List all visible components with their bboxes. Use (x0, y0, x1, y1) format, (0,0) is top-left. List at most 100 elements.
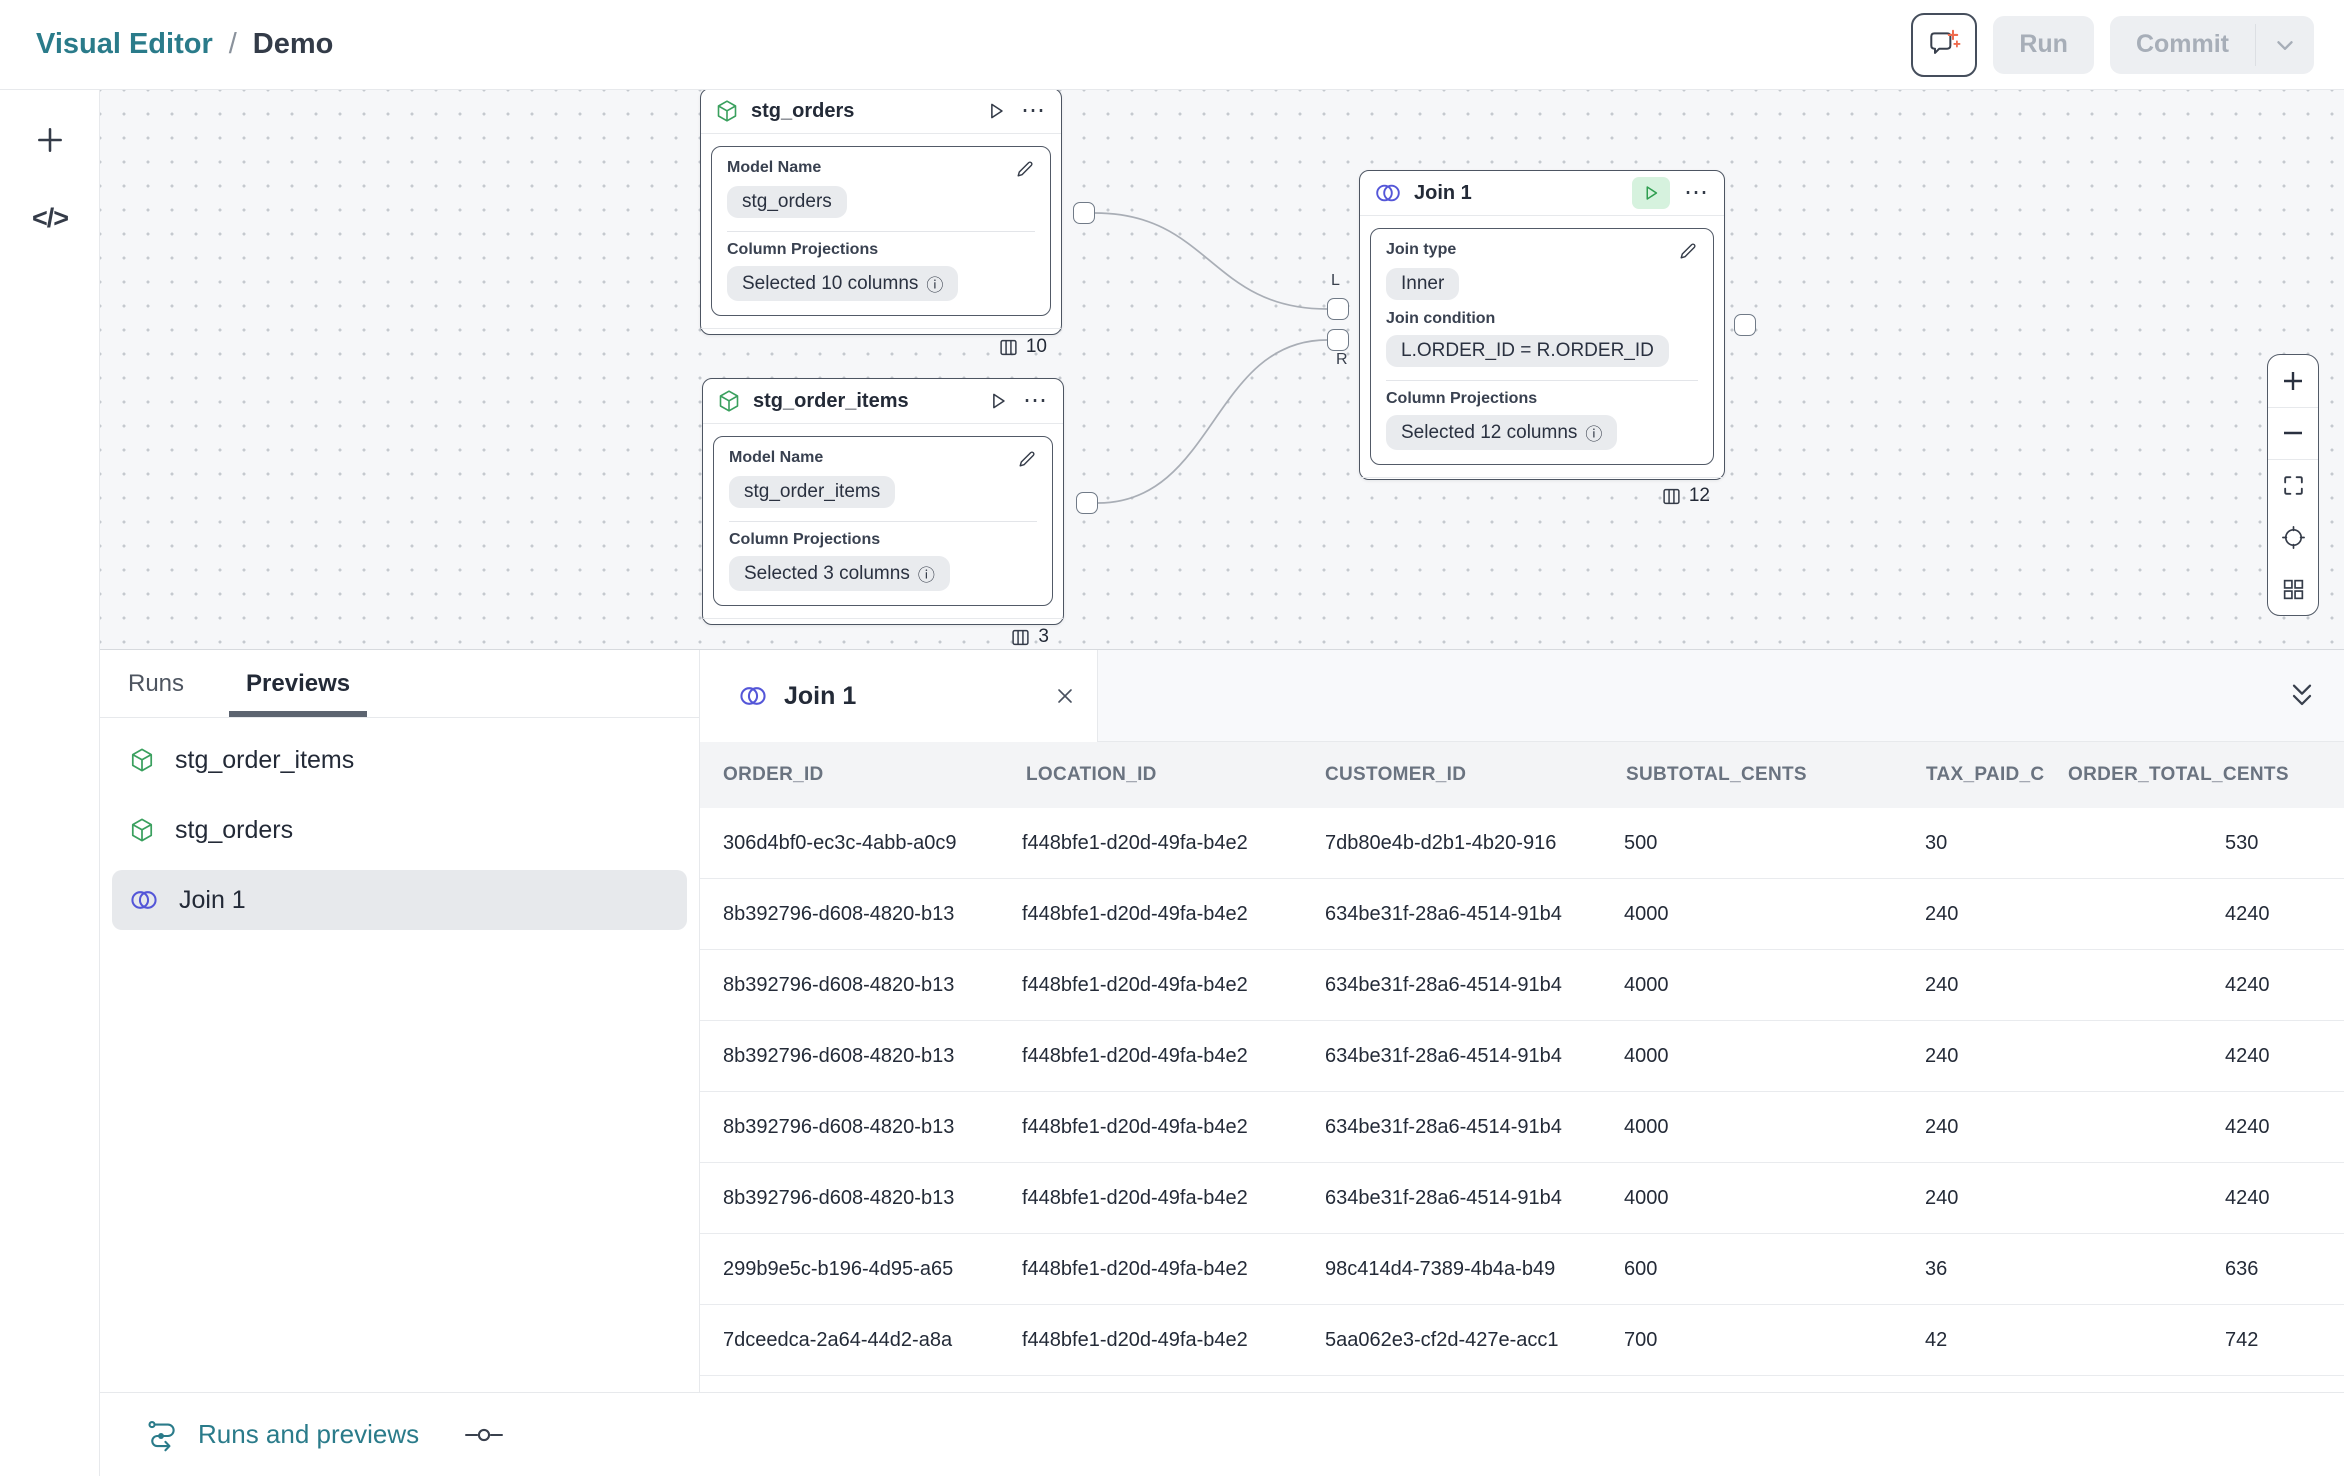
cell-order-total-cents: 4240 (2202, 1045, 2344, 1068)
edit-pencil-icon[interactable] (1017, 449, 1037, 469)
preview-list-panel: Runs Previews stg_order_items stg_o (100, 650, 700, 1392)
node-menu-button[interactable]: ⋯ (1019, 99, 1047, 123)
zoom-in-button[interactable] (2268, 355, 2318, 407)
output-port-stg-order-items[interactable] (1076, 492, 1098, 514)
target-icon (2281, 525, 2306, 550)
column-count: 3 (1038, 626, 1049, 648)
run-button[interactable]: Run (1993, 16, 2094, 74)
output-port-join[interactable] (1734, 314, 1756, 336)
edit-pencil-icon[interactable] (1015, 159, 1035, 179)
commit-button[interactable]: Commit (2110, 16, 2255, 74)
node-footer: 3 (703, 618, 1063, 650)
node-stg-orders[interactable]: stg_orders ⋯ Model Name stg_orders Co (700, 90, 1062, 335)
projections-chip[interactable]: Selected 3 columns ⓘ (729, 556, 950, 591)
join-condition-chip[interactable]: L.ORDER_ID = R.ORDER_ID (1386, 335, 1669, 367)
edit-pencil-icon[interactable] (1678, 241, 1698, 261)
table-row[interactable]: 8b392796-d608-4820-b13 f448bfe1-d20d-49f… (700, 1021, 2344, 1092)
join-input-port-right[interactable] (1327, 329, 1349, 351)
node-card: Model Name stg_orders Column Projections… (711, 146, 1051, 316)
card-divider (729, 521, 1037, 522)
play-icon (987, 390, 1009, 412)
code-view-button[interactable]: </> (0, 186, 100, 250)
table-row[interactable]: 815b0594-d72a-4a15-b9 f448bfe1-d20d-49fa… (700, 1376, 2344, 1392)
output-port-stg-orders[interactable] (1073, 202, 1095, 224)
breadcrumb-separator: / (229, 28, 237, 61)
join-type-chip[interactable]: Inner (1386, 268, 1459, 300)
runs-and-previews-toggle[interactable]: Runs and previews (146, 1418, 419, 1452)
node-card: Join type Inner Join condition L.ORDER_I… (1370, 228, 1714, 465)
collapse-panel-button[interactable] (2288, 680, 2316, 712)
table-row[interactable]: 306d4bf0-ec3c-4abb-a0c9 f448bfe1-d20d-49… (700, 808, 2344, 879)
preview-tab-join-1[interactable]: Join 1 (700, 650, 1098, 742)
cell-location-id: f448bfe1-d20d-49fa-b4e2 (999, 832, 1302, 855)
node-title: Join 1 (1414, 182, 1620, 205)
cell-order-total-cents: 4240 (2202, 903, 2344, 926)
layout-grid-button[interactable] (2268, 563, 2318, 615)
cell-order-total-cents: 530 (2202, 832, 2344, 855)
top-actions: Run Commit (1911, 13, 2314, 77)
cell-location-id: f448bfe1-d20d-49fa-b4e2 (999, 1045, 1302, 1068)
info-icon[interactable]: ⓘ (926, 271, 943, 296)
card-divider (727, 231, 1035, 232)
info-icon[interactable]: ⓘ (918, 561, 935, 586)
commit-dropdown-button[interactable] (2256, 16, 2314, 74)
pipeline-canvas[interactable]: stg_orders ⋯ Model Name stg_orders Co (100, 90, 2344, 650)
list-item-stg-orders[interactable]: stg_orders (112, 800, 687, 860)
port-label-left: L (1331, 272, 1340, 290)
model-name-chip[interactable]: stg_orders (727, 186, 847, 218)
cell-order-id: 8b392796-d608-4820-b13 (700, 974, 999, 997)
tab-previews[interactable]: Previews (246, 650, 350, 717)
fit-view-button[interactable] (2268, 460, 2318, 512)
table-row[interactable]: 7dceedca-2a64-44d2-a8a f448bfe1-d20d-49f… (700, 1305, 2344, 1376)
cell-order-id: 299b9e5c-b196-4d95-a65 (700, 1258, 999, 1281)
run-node-button[interactable] (985, 100, 1007, 122)
chevron-down-icon (2272, 32, 2298, 58)
cell-location-id: f448bfe1-d20d-49fa-b4e2 (999, 1116, 1302, 1139)
add-node-button[interactable] (0, 108, 100, 172)
node-stg-order-items[interactable]: stg_order_items ⋯ Model Name stg_order_i… (702, 378, 1064, 625)
model-cube-icon (717, 389, 741, 413)
list-item-stg-order-items[interactable]: stg_order_items (112, 730, 687, 790)
cell-subtotal-cents: 500 (1601, 832, 1902, 855)
node-footer: 12 (1360, 477, 1724, 514)
table-row[interactable]: 299b9e5c-b196-4d95-a65 f448bfe1-d20d-49f… (700, 1234, 2344, 1305)
cell-subtotal-cents: 4000 (1601, 903, 1902, 926)
table-row[interactable]: 8b392796-d608-4820-b13 f448bfe1-d20d-49f… (700, 879, 2344, 950)
zoom-out-button[interactable] (2268, 408, 2318, 460)
cell-customer-id: 5aa062e3-cf2d-427e-acc1 (1302, 1329, 1601, 1352)
field-label: Model Name (727, 159, 821, 177)
cell-tax-paid-cents: 30 (1902, 832, 2202, 855)
field-label: Join type (1386, 241, 1456, 259)
join-input-port-left[interactable] (1327, 298, 1349, 320)
breadcrumb-visual-editor[interactable]: Visual Editor (36, 28, 213, 61)
commit-node-toggle[interactable] (465, 1427, 503, 1443)
node-menu-button[interactable]: ⋯ (1682, 181, 1710, 205)
table-row[interactable]: 8b392796-d608-4820-b13 f448bfe1-d20d-49f… (700, 1092, 2344, 1163)
cell-order-total-cents: 4240 (2202, 1116, 2344, 1139)
ai-assistant-button[interactable] (1911, 13, 1977, 77)
cell-tax-paid-cents: 240 (1902, 1187, 2202, 1210)
code-icon: </> (32, 203, 68, 234)
cell-order-total-cents: 4240 (2202, 974, 2344, 997)
projections-chip[interactable]: Selected 12 columns ⓘ (1386, 415, 1617, 450)
list-item-join-1[interactable]: Join 1 (112, 870, 687, 930)
preview-list: stg_order_items stg_orders Join 1 (100, 718, 699, 930)
cell-location-id: f448bfe1-d20d-49fa-b4e2 (999, 1329, 1302, 1352)
node-menu-button[interactable]: ⋯ (1021, 389, 1049, 413)
cell-location-id: f448bfe1-d20d-49fa-b4e2 (999, 903, 1302, 926)
close-preview-button[interactable] (1053, 684, 1077, 708)
tab-runs[interactable]: Runs (128, 650, 184, 717)
cell-subtotal-cents: 4000 (1601, 1187, 1902, 1210)
model-name-chip[interactable]: stg_order_items (729, 476, 895, 508)
center-view-button[interactable] (2268, 512, 2318, 564)
table-row[interactable]: 8b392796-d608-4820-b13 f448bfe1-d20d-49f… (700, 1163, 2344, 1234)
edge-layer (100, 90, 2344, 650)
projections-chip[interactable]: Selected 10 columns ⓘ (727, 266, 958, 301)
node-join-1[interactable]: Join 1 ⋯ Join type Inner Join condition (1359, 170, 1725, 480)
breadcrumb: Visual Editor / Demo (36, 28, 333, 61)
run-node-button[interactable] (1632, 177, 1670, 209)
table-row[interactable]: 8b392796-d608-4820-b13 f448bfe1-d20d-49f… (700, 950, 2344, 1021)
field-label: Join condition (1386, 310, 1495, 328)
run-node-button[interactable] (987, 390, 1009, 412)
info-icon[interactable]: ⓘ (1585, 420, 1602, 445)
